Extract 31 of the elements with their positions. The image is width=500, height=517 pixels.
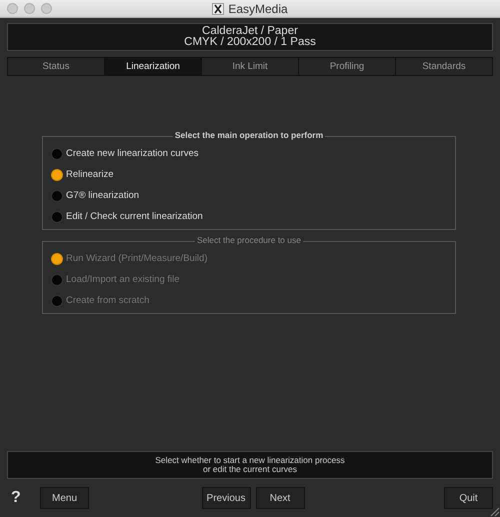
nav-button[interactable]: Menu	[40, 487, 89, 509]
radio-label: Create from scratch	[66, 295, 150, 306]
radio-label: Load/Import an existing file	[66, 274, 180, 285]
printer-info-panel: CalderaJet / Paper CMYK / 200x200 / 1 Pass	[7, 23, 493, 51]
radio-label: Edit / Check current linearization	[66, 211, 203, 222]
nav-button[interactable]: Next	[256, 487, 304, 509]
radio-button[interactable]	[51, 168, 63, 180]
tab[interactable]: Profiling	[299, 58, 396, 75]
group-title: Select the procedure to use	[195, 235, 303, 245]
status-bar: Select whether to start a new linearization process or edit the current curves	[7, 451, 493, 479]
radio-button[interactable]	[51, 148, 63, 160]
radio-label: Relinearize	[66, 169, 114, 180]
window-title: EasyMedia	[228, 2, 288, 16]
radio-label: G7® linearization	[66, 190, 140, 201]
nav-button[interactable]: Quit	[444, 487, 493, 509]
resize-grip-icon[interactable]	[488, 505, 500, 517]
help-button[interactable]: ?	[7, 489, 40, 507]
nav-button[interactable]: Previous	[202, 487, 250, 509]
app-icon	[212, 2, 224, 14]
close-button[interactable]	[7, 3, 18, 14]
radio-label: Run Wizard (Print/Measure/Build)	[66, 253, 208, 264]
radio-button[interactable]	[51, 190, 63, 202]
tab[interactable]: Ink Limit	[202, 58, 299, 75]
group-title: Select the main operation to perform	[172, 130, 326, 140]
tab[interactable]: Linearization	[105, 58, 202, 75]
zoom-button[interactable]	[41, 3, 52, 14]
radio-label: Create new linearization curves	[66, 148, 199, 159]
minimize-button[interactable]	[24, 3, 35, 14]
radio-button[interactable]	[51, 210, 63, 222]
tab[interactable]: Standards	[396, 58, 492, 75]
tab[interactable]: Status	[8, 58, 105, 75]
